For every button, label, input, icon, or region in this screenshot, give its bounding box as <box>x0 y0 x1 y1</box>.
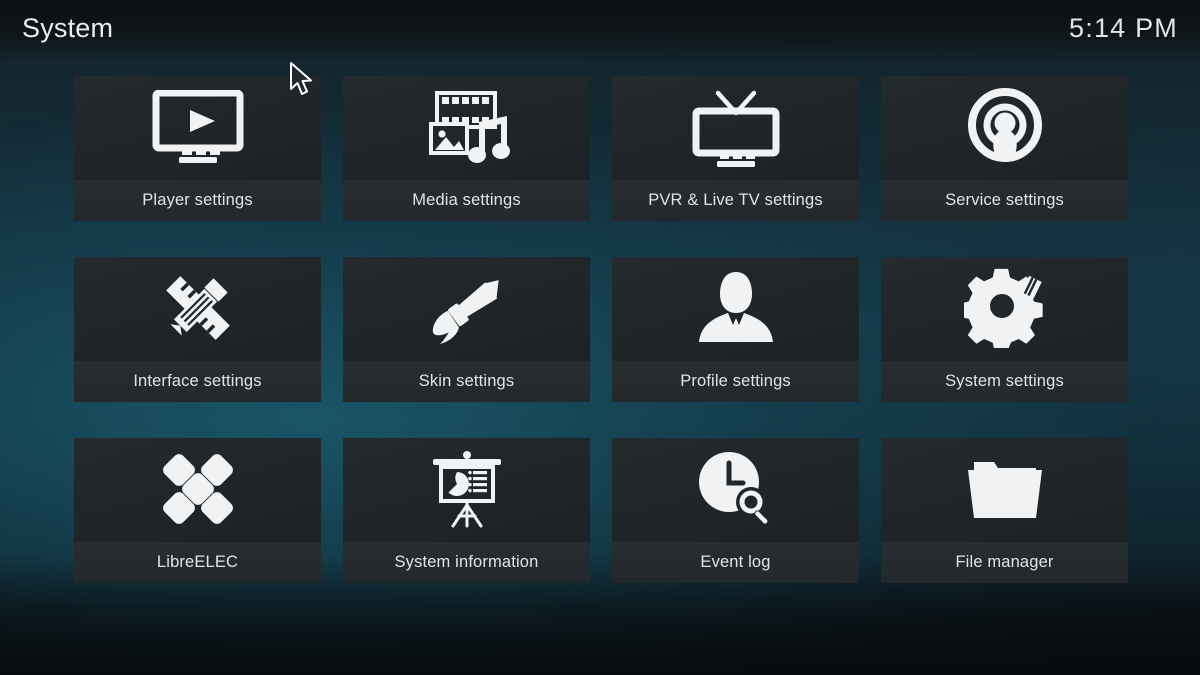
tile-label: File manager <box>881 542 1128 583</box>
tile-profile-settings[interactable]: Profile settings <box>612 257 859 402</box>
tile-file-manager[interactable]: File manager <box>881 438 1128 583</box>
tile-label: LibreELEC <box>74 542 321 583</box>
libreelec-diamonds-icon <box>74 438 321 542</box>
tile-label: Player settings <box>74 180 321 221</box>
media-filmstrip-photo-music-icon <box>343 76 590 180</box>
tile-label: PVR & Live TV settings <box>612 180 859 221</box>
clock-magnifier-icon <box>612 438 859 542</box>
tile-label: Event log <box>612 542 859 583</box>
folder-icon <box>881 438 1128 542</box>
tile-label: Skin settings <box>343 361 590 402</box>
tile-label: Service settings <box>881 180 1128 221</box>
header-bar: System 5:14 PM <box>0 0 1200 56</box>
broadcast-person-icon <box>881 76 1128 180</box>
tile-pvr-live-tv-settings[interactable]: PVR & Live TV settings <box>612 76 859 221</box>
paintbrush-icon <box>343 257 590 361</box>
tile-system-settings[interactable]: System settings <box>881 257 1128 402</box>
tile-event-log[interactable]: Event log <box>612 438 859 583</box>
tile-label: Interface settings <box>74 361 321 402</box>
settings-grid: Player settings Media settings PVR & Liv… <box>74 76 1128 583</box>
tile-system-information[interactable]: System information <box>343 438 590 583</box>
pencil-ruler-icon <box>74 257 321 361</box>
clock-label: 5:14 PM <box>1069 12 1178 43</box>
kodi-system-screen: System 5:14 PM Player settings Media set… <box>0 0 1200 675</box>
monitor-play-icon <box>74 76 321 180</box>
tile-skin-settings[interactable]: Skin settings <box>343 257 590 402</box>
tile-player-settings[interactable]: Player settings <box>74 76 321 221</box>
tv-antenna-icon <box>612 76 859 180</box>
tile-label: Profile settings <box>612 361 859 402</box>
tile-libreelec[interactable]: LibreELEC <box>74 438 321 583</box>
tile-service-settings[interactable]: Service settings <box>881 76 1128 221</box>
tile-label: System information <box>343 542 590 583</box>
person-bust-icon <box>612 257 859 361</box>
tile-media-settings[interactable]: Media settings <box>343 76 590 221</box>
gear-screwdriver-icon <box>881 257 1128 361</box>
page-title: System <box>22 12 114 43</box>
tile-label: System settings <box>881 361 1128 402</box>
tile-interface-settings[interactable]: Interface settings <box>74 257 321 402</box>
tile-label: Media settings <box>343 180 590 221</box>
presentation-chart-icon <box>343 438 590 542</box>
